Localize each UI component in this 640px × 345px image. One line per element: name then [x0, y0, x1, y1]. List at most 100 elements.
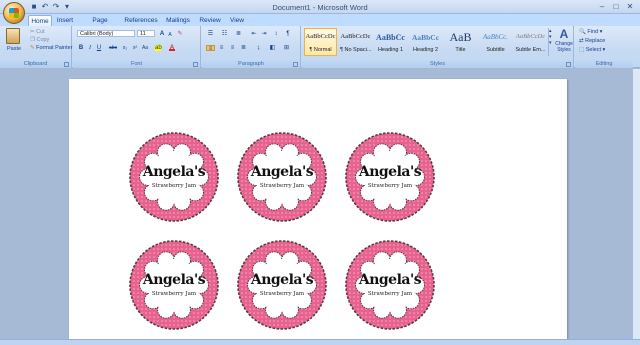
style-no-spacing[interactable]: AaBbCcDc ¶ No Spaci...	[339, 28, 372, 56]
show-formatting-icon[interactable]: ¶	[284, 31, 292, 37]
style-heading-1[interactable]: AaBbCc Heading 1	[374, 28, 407, 56]
tab-review[interactable]: Review	[198, 15, 222, 26]
replace-icon: ⇄	[579, 38, 584, 44]
maximize-button[interactable]: □	[610, 2, 622, 11]
label-title: Angela's	[358, 272, 422, 288]
paragraph-group-label: Paragraph	[202, 60, 300, 68]
paragraph-group: ☰ ☷ ≣ ⇤ ⇥ ↕ ¶ ≡ ≡ ≡ ≣ ↨ ◧ ⊞ Paragraph	[202, 26, 301, 68]
font-name-field[interactable]: Calibri (Body)	[77, 30, 135, 37]
style-normal[interactable]: AaBbCcDc ¶ Normal	[304, 28, 337, 56]
paste-icon[interactable]	[6, 28, 20, 44]
vertical-scrollbar[interactable]	[632, 69, 640, 339]
label-subtitle: Strawberry Jam	[151, 183, 197, 189]
format-painter-button[interactable]: ✎ Format Painter	[30, 45, 73, 51]
justify-icon[interactable]: ≣	[239, 45, 248, 51]
grow-font-icon[interactable]: A	[159, 31, 165, 37]
font-size-field[interactable]: 11	[137, 30, 155, 37]
bold-icon[interactable]: B	[78, 45, 84, 51]
increase-indent-icon[interactable]: ⇥	[260, 31, 268, 37]
jar-label[interactable]: Angela's Strawberry Jam	[236, 239, 328, 331]
font-launcher-icon[interactable]	[193, 62, 198, 67]
jar-label[interactable]: Angela's Strawberry Jam	[128, 131, 220, 223]
change-styles-button[interactable]: A Change Styles	[554, 28, 574, 56]
jar-label[interactable]: Angela's Strawberry Jam	[344, 239, 436, 331]
tab-insert[interactable]: Insert	[55, 15, 75, 26]
style-subtle-emphasis[interactable]: AaBbCcDc Subtle Em...	[514, 28, 547, 56]
tab-mailings[interactable]: Mailings	[164, 15, 192, 26]
paste-button[interactable]: Paste	[7, 46, 21, 52]
strikethrough-icon[interactable]: abc	[108, 45, 118, 51]
style-sample: AaBbCcDc	[305, 33, 336, 40]
align-left-icon[interactable]: ≡	[206, 45, 215, 52]
ribbon: Paste ✂ Cut ❐ Copy ✎ Format Painter Clip…	[0, 26, 640, 68]
title-bar: ■ ↶ ↷ ▾ Document1 - Microsoft Word – □ ✕	[0, 0, 640, 14]
office-button[interactable]	[3, 2, 25, 24]
style-name: ¶ No Spaci...	[340, 47, 371, 53]
format-painter-label: Format Painter	[36, 45, 73, 51]
style-name: Subtle Em...	[515, 47, 546, 53]
align-right-icon[interactable]: ≡	[228, 45, 237, 51]
multilevel-list-icon[interactable]: ≣	[234, 31, 243, 37]
status-bar	[0, 339, 640, 345]
document-page[interactable]: Angela's Strawberry Jam Angela's Strawbe…	[69, 79, 567, 341]
cut-button[interactable]: ✂ Cut	[30, 29, 45, 35]
sort-icon[interactable]: ↕	[272, 31, 280, 37]
clipboard-group-label: Clipboard	[0, 60, 71, 68]
styles-launcher-icon[interactable]	[566, 62, 571, 67]
label-title: Angela's	[142, 164, 206, 180]
close-button[interactable]: ✕	[624, 2, 636, 11]
jar-label[interactable]: Angela's Strawberry Jam	[128, 239, 220, 331]
label-subtitle: Strawberry Jam	[151, 291, 197, 297]
copy-icon: ❐	[30, 37, 35, 43]
editing-group: 🔍 Find ▾ ⇄ Replace ⬚ Select ▾ Editing	[575, 26, 633, 68]
paragraph-launcher-icon[interactable]	[293, 62, 298, 67]
underline-icon[interactable]: U	[96, 45, 102, 51]
tab-home[interactable]: Home	[28, 15, 52, 26]
align-center-icon[interactable]: ≡	[217, 45, 226, 51]
cut-label: Cut	[36, 29, 45, 35]
select-icon: ⬚	[579, 47, 585, 53]
tab-view[interactable]: View	[228, 15, 246, 26]
select-button[interactable]: ⬚ Select ▾	[579, 47, 605, 53]
replace-label: Replace	[585, 38, 606, 44]
find-button[interactable]: 🔍 Find ▾	[579, 29, 602, 35]
style-name: ¶ Normal	[309, 47, 332, 53]
copy-label: Copy	[36, 37, 50, 43]
tab-references[interactable]: References	[124, 15, 158, 26]
replace-button[interactable]: ⇄ Replace	[579, 38, 605, 44]
style-sample: AaBbCc	[376, 33, 405, 42]
find-label: Find	[587, 29, 599, 35]
clipboard-group: Paste ✂ Cut ❐ Copy ✎ Format Painter Clip…	[0, 26, 73, 68]
window-title: Document1 - Microsoft Word	[272, 3, 368, 12]
style-heading-2[interactable]: AaBbCc Heading 2	[409, 28, 442, 56]
decrease-indent-icon[interactable]: ⇤	[250, 31, 258, 37]
borders-icon[interactable]: ⊞	[282, 45, 291, 51]
label-title: Angela's	[250, 272, 314, 288]
copy-button[interactable]: ❐ Copy	[30, 37, 49, 43]
style-title[interactable]: AaB Title	[444, 28, 477, 56]
style-subtitle[interactable]: AaBbCc. Subtitle	[479, 28, 512, 56]
shrink-font-icon[interactable]: A	[167, 32, 173, 38]
italic-icon[interactable]: I	[87, 45, 93, 51]
change-case-icon[interactable]: Aa	[141, 45, 149, 51]
tab-page-layout[interactable]: Page Layout	[82, 15, 118, 35]
clipboard-launcher-icon[interactable]	[64, 62, 69, 67]
line-spacing-icon[interactable]: ↨	[254, 45, 263, 51]
clear-formatting-icon[interactable]: ✎	[177, 31, 183, 37]
styles-scroll-icon[interactable]: ▴ ▾ ▾	[548, 28, 553, 56]
jar-label[interactable]: Angela's Strawberry Jam	[236, 131, 328, 223]
minimize-button[interactable]: –	[596, 2, 608, 11]
superscript-icon[interactable]: x²	[131, 45, 139, 51]
font-color-icon[interactable]: A	[169, 45, 175, 51]
shading-icon[interactable]: ◧	[268, 45, 277, 51]
highlight-icon[interactable]: ab	[155, 45, 162, 51]
subscript-icon[interactable]: x₂	[121, 45, 129, 51]
label-subtitle: Strawberry Jam	[367, 183, 413, 189]
change-styles-icon: A	[559, 27, 569, 41]
bullets-icon[interactable]: ☰	[206, 31, 215, 37]
style-sample: AaBbCc	[411, 33, 440, 42]
styles-group-label: Styles	[302, 60, 573, 68]
numbering-icon[interactable]: ☷	[220, 31, 229, 37]
jar-label[interactable]: Angela's Strawberry Jam	[344, 131, 436, 223]
change-styles-label: Change Styles	[555, 41, 573, 53]
